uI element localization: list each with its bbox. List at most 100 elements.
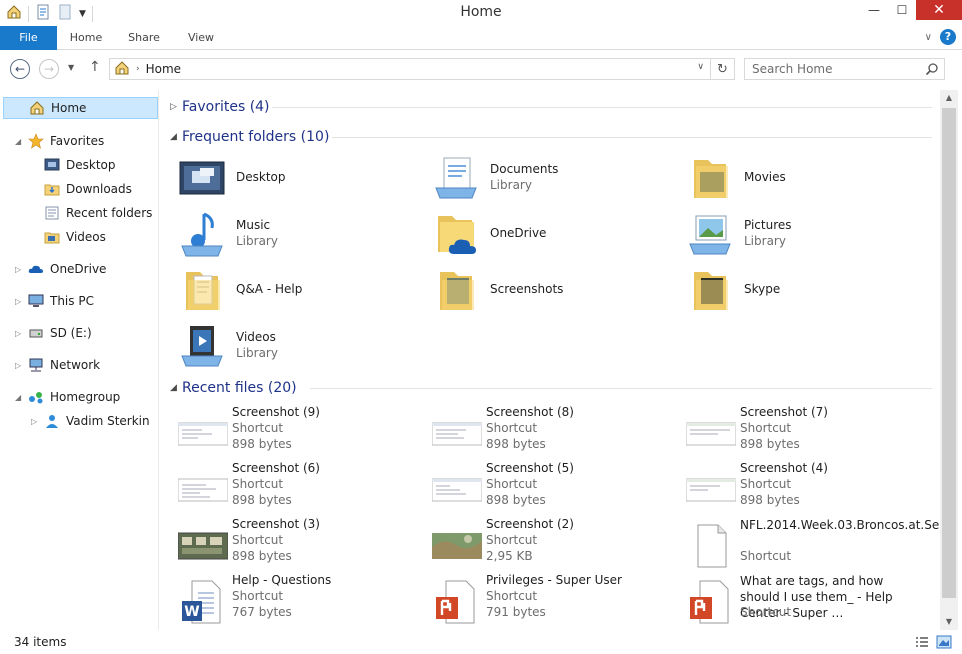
file-type: Shortcut	[486, 477, 538, 491]
tile-name: Desktop	[236, 170, 286, 184]
scroll-down-arrow-icon[interactable]: ▼	[940, 614, 958, 630]
recent-file-tile[interactable]: Screenshot (9) Shortcut 898 bytes	[160, 405, 410, 461]
group-header-recent-files[interactable]: ◢ Recent files (20)	[170, 378, 932, 398]
expand-arrow-icon[interactable]: ▷	[15, 265, 21, 274]
breadcrumb-home[interactable]: Home	[146, 62, 181, 76]
tile-subtitle: Library	[236, 346, 278, 360]
nav-item-label: OneDrive	[50, 262, 107, 276]
collapse-arrow-icon[interactable]: ◢	[170, 383, 182, 393]
tab-share[interactable]: Share	[120, 26, 168, 50]
nav-item-network[interactable]: ▷ Network	[0, 354, 159, 376]
folder-tile-videos[interactable]: Videos Library	[164, 318, 414, 374]
nav-item-label: Downloads	[66, 182, 132, 196]
large-icons-view-icon[interactable]	[936, 634, 952, 653]
star-icon	[28, 133, 44, 149]
tab-file[interactable]: File	[0, 26, 57, 50]
group-title: Favorites (4)	[182, 99, 270, 115]
nav-item-this-pc[interactable]: ▷ This PC	[0, 290, 159, 312]
tile-subtitle: Library	[744, 234, 786, 248]
recent-file-tile[interactable]: Screenshot (3) Shortcut 898 bytes	[160, 517, 410, 573]
group-header-favorites[interactable]: ▷ Favorites (4)	[170, 97, 932, 117]
recent-file-tile[interactable]: Screenshot (5) Shortcut 898 bytes	[414, 461, 664, 517]
maximize-button[interactable]: ☐	[888, 0, 916, 20]
details-view-icon[interactable]	[914, 634, 930, 653]
expand-arrow-icon[interactable]: ▷	[15, 361, 21, 370]
recent-file-tile[interactable]: Screenshot (6) Shortcut 898 bytes	[160, 461, 410, 517]
collapse-arrow-icon[interactable]: ◢	[15, 393, 21, 402]
scrollbar-thumb[interactable]	[942, 108, 956, 598]
navigation-pane: Home ◢ Favorites Desktop Downloads Recen…	[0, 90, 159, 630]
nav-item-downloads[interactable]: Downloads	[0, 178, 159, 200]
file-name: Screenshot (7)	[740, 405, 828, 419]
tab-view[interactable]: View	[178, 26, 224, 50]
folder-tile-onedrive[interactable]: OneDrive	[418, 206, 668, 262]
group-title: Frequent folders (10)	[182, 129, 330, 145]
nav-item-videos[interactable]: Videos	[0, 226, 159, 248]
minimize-button[interactable]: —	[860, 0, 888, 20]
recent-file-tile[interactable]: Screenshot (4) Shortcut 898 bytes	[668, 461, 918, 517]
tab-home[interactable]: Home	[62, 26, 110, 50]
expand-arrow-icon[interactable]: ▷	[170, 102, 182, 112]
office-doc-icon	[690, 580, 729, 624]
expand-arrow-icon[interactable]: ▷	[31, 417, 37, 426]
folder-tile-desktop[interactable]: Desktop	[164, 150, 414, 206]
nav-item-homegroup[interactable]: ◢ Homegroup	[0, 386, 159, 408]
folder-tile-movies[interactable]: Movies	[672, 150, 922, 206]
recent-file-tile[interactable]: NFL.2014.Week.03.Broncos.at.Seahawks.720…	[668, 517, 940, 573]
search-icon[interactable]	[925, 62, 939, 79]
address-bar[interactable]: › Home ∨ ↻	[109, 58, 735, 80]
content-pane: ▷ Favorites (4) ◢ Frequent folders (10) …	[160, 90, 940, 630]
window-title: Home	[460, 4, 502, 20]
nav-item-label: SD (E:)	[50, 326, 92, 340]
search-input[interactable]	[745, 59, 915, 79]
nav-item-onedrive[interactable]: ▷ OneDrive	[0, 258, 159, 280]
svg-text:W: W	[184, 604, 199, 620]
folder-tile-pictures[interactable]: Pictures Library	[672, 206, 922, 262]
videos-library-icon	[181, 326, 223, 367]
nav-item-sd-drive[interactable]: ▷ SD (E:)	[0, 322, 159, 344]
folder-tile-skype[interactable]: Skype	[672, 262, 922, 318]
user-icon	[44, 413, 60, 429]
expand-ribbon-chevron-icon[interactable]: ∨	[925, 32, 932, 43]
close-button[interactable]: ✕	[916, 0, 962, 20]
forward-button[interactable]: →	[39, 59, 59, 79]
recent-file-tile[interactable]: Screenshot (7) Shortcut 898 bytes	[668, 405, 918, 461]
collapse-arrow-icon[interactable]: ◢	[15, 137, 21, 146]
nav-item-desktop[interactable]: Desktop	[0, 154, 159, 176]
address-dropdown-icon[interactable]: ∨	[697, 62, 704, 72]
refresh-button[interactable]: ↻	[710, 59, 734, 79]
desktop-icon	[179, 161, 225, 195]
file-name: Screenshot (6)	[232, 461, 320, 475]
recent-locations-chevron-icon[interactable]: ▼	[68, 63, 74, 72]
recent-file-tile[interactable]: What are tags, and how should I use them…	[668, 573, 918, 629]
folder-tile-qa-help[interactable]: Q&A - Help	[164, 262, 414, 318]
file-size: 898 bytes	[232, 437, 292, 451]
recent-file-tile[interactable]: Screenshot (8) Shortcut 898 bytes	[414, 405, 664, 461]
breadcrumb-separator-icon[interactable]: ›	[136, 64, 140, 74]
folder-tile-music[interactable]: Music Library	[164, 206, 414, 262]
recent-file-tile[interactable]: Screenshot (2) Shortcut 2,95 KB	[414, 517, 664, 573]
nav-item-favorites[interactable]: ◢ Favorites	[0, 130, 159, 152]
expand-arrow-icon[interactable]: ▷	[15, 297, 21, 306]
file-size: 898 bytes	[232, 493, 292, 507]
help-icon[interactable]: ?	[940, 29, 956, 45]
nav-item-homegroup-user[interactable]: ▷ Vadim Sterkin	[0, 410, 159, 432]
vertical-scrollbar[interactable]: ▲ ▼	[940, 90, 958, 630]
back-button[interactable]: ←	[10, 59, 30, 79]
navigation-bar: ← → ▼ ↑ › Home ∨ ↻	[0, 50, 962, 88]
recent-file-tile[interactable]: Privileges - Super User Shortcut 791 byt…	[414, 573, 664, 629]
folder-tile-documents[interactable]: Documents Library	[418, 150, 668, 206]
scroll-up-arrow-icon[interactable]: ▲	[940, 90, 958, 106]
nav-item-recent-folders[interactable]: Recent folders	[0, 202, 159, 224]
expand-arrow-icon[interactable]: ▷	[15, 329, 21, 338]
collapse-arrow-icon[interactable]: ◢	[170, 132, 182, 142]
recent-file-tile[interactable]: W Help - Questions Shortcut 767 bytes	[160, 573, 410, 629]
group-header-frequent-folders[interactable]: ◢ Frequent folders (10)	[170, 127, 932, 147]
folder-icon	[694, 160, 728, 198]
nav-item-home[interactable]: Home	[3, 97, 158, 119]
up-arrow-icon[interactable]: ↑	[89, 59, 101, 75]
folder-tile-screenshots[interactable]: Screenshots	[418, 262, 668, 318]
nav-item-label: Recent folders	[66, 206, 153, 220]
search-box[interactable]	[744, 58, 945, 80]
group-title: Recent files (20)	[182, 380, 297, 396]
